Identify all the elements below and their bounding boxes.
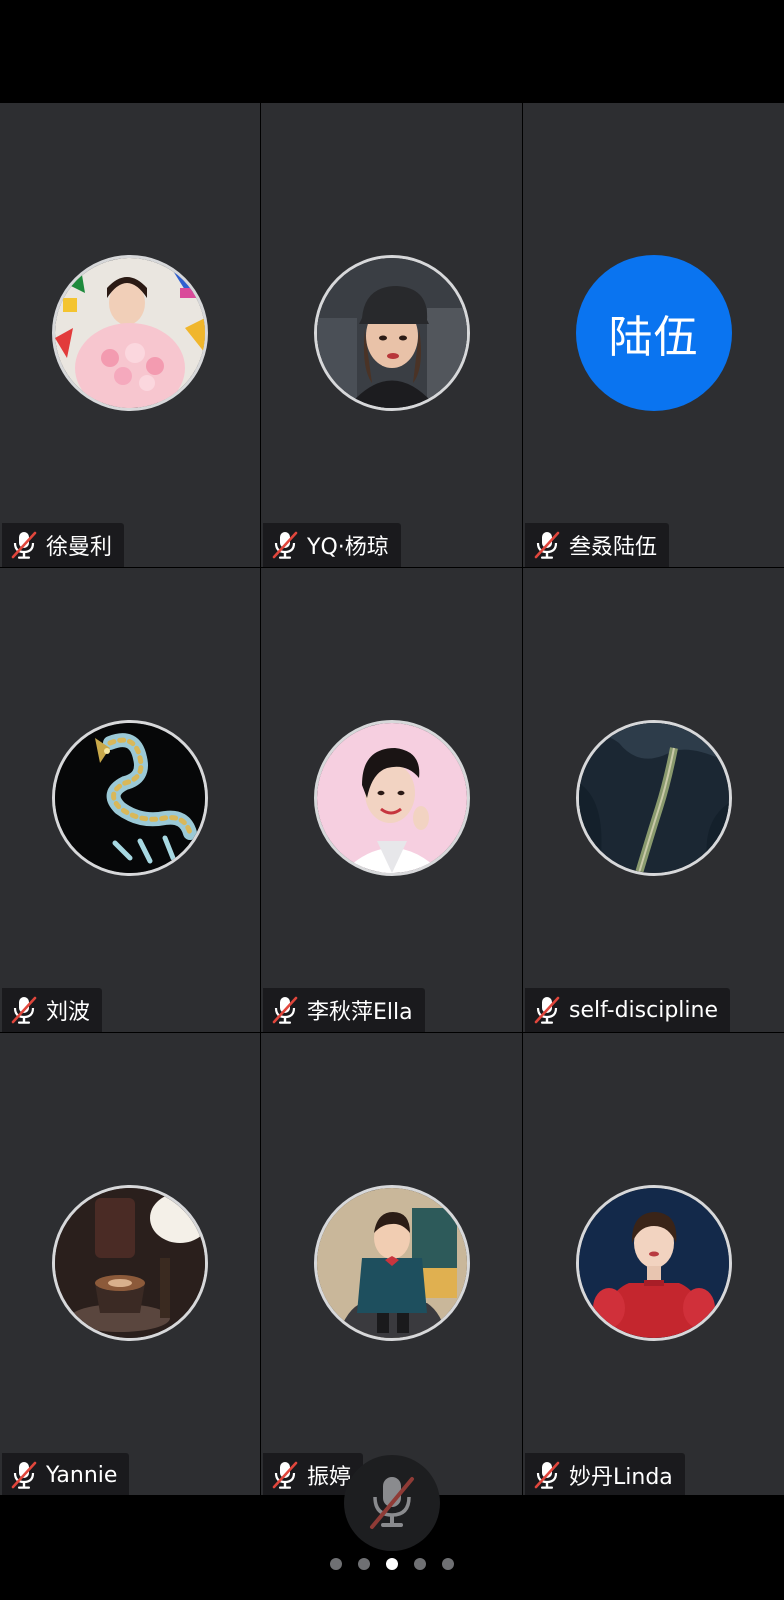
avatar [313, 255, 470, 411]
mic-off-icon [534, 531, 560, 559]
mic-off-icon [272, 1461, 298, 1489]
participant-name-tag: 叁叒陆伍 [525, 523, 670, 567]
mic-off-icon [534, 1461, 560, 1489]
avatar-initials: 陆伍 [608, 312, 699, 363]
page-dot[interactable] [358, 1558, 370, 1570]
mic-off-icon [272, 531, 298, 559]
avatar [575, 1185, 732, 1341]
top-bar [0, 0, 784, 103]
text-avatar: 陆伍 [575, 255, 732, 411]
mic-off-icon [11, 531, 37, 559]
page-indicator [0, 1556, 784, 1572]
mic-off-icon [534, 996, 560, 1024]
meeting-screen: 徐曼利 YQ·杨琼 陆伍 叁叒陆伍 刘波 李秋萍Ella self-discip… [0, 0, 784, 1600]
avatar [313, 1185, 470, 1341]
participant-tile[interactable]: 陆伍 叁叒陆伍 [523, 103, 784, 567]
mic-off-icon [11, 1461, 37, 1489]
participant-tile[interactable]: self-discipline [523, 568, 784, 1032]
participant-tile[interactable]: 刘波 [0, 568, 260, 1032]
mic-off-icon [370, 1477, 414, 1529]
avatar [313, 720, 470, 876]
participant-name-tag: 李秋萍Ella [263, 988, 425, 1032]
participant-name: self-discipline [569, 997, 719, 1023]
participant-name-tag: 徐曼利 [2, 523, 125, 567]
page-dot[interactable] [414, 1558, 426, 1570]
participant-tile[interactable]: 妙丹Linda [523, 1033, 784, 1497]
participant-name: 李秋萍Ella [307, 1000, 413, 1025]
participant-name: 振婷 [307, 1465, 352, 1490]
participant-tile[interactable]: YQ·杨琼 [261, 103, 522, 567]
participant-name: YQ·杨琼 [307, 535, 389, 560]
participant-tile[interactable]: 李秋萍Ella [261, 568, 522, 1032]
avatar [575, 720, 732, 876]
participant-name: 刘波 [46, 1000, 91, 1025]
participant-name: 徐曼利 [46, 535, 113, 560]
participant-name: 妙丹Linda [569, 1465, 673, 1490]
page-dot[interactable] [330, 1558, 342, 1570]
avatar [52, 720, 208, 876]
page-dot[interactable] [442, 1558, 454, 1570]
participant-name-tag: Yannie [2, 1453, 130, 1497]
participant-name-tag: self-discipline [525, 988, 731, 1032]
participant-tile[interactable]: 振婷 [261, 1033, 522, 1497]
page-dot-active[interactable] [386, 1558, 398, 1570]
participant-name: Yannie [46, 1462, 118, 1488]
participant-name-tag: YQ·杨琼 [263, 523, 401, 567]
participant-tile[interactable]: 徐曼利 [0, 103, 260, 567]
avatar [52, 1185, 208, 1341]
avatar [52, 255, 208, 411]
participant-name-tag: 妙丹Linda [525, 1453, 685, 1497]
participant-name-tag: 刘波 [2, 988, 103, 1032]
mic-off-icon [272, 996, 298, 1024]
participant-grid: 徐曼利 YQ·杨琼 陆伍 叁叒陆伍 刘波 李秋萍Ella self-discip… [0, 103, 784, 1497]
participant-name: 叁叒陆伍 [569, 535, 658, 560]
participant-tile[interactable]: Yannie [0, 1033, 260, 1497]
mic-off-icon [11, 996, 37, 1024]
mute-toggle-button[interactable] [344, 1455, 440, 1551]
